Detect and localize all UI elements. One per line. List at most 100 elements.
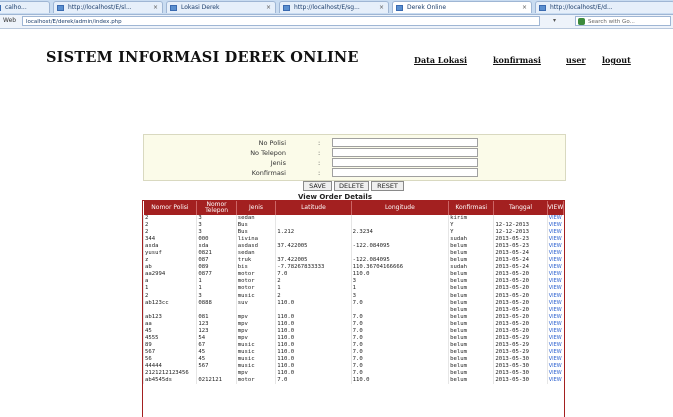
view-link[interactable]: VIEW [546, 215, 564, 223]
table-cell: 2 [142, 229, 197, 237]
table-row: 56 45 music 110.0 7.0 belum 2013-05-30 VIEW [142, 355, 564, 363]
page-icon [170, 5, 177, 11]
page-icon [283, 5, 290, 11]
table-cell: 3 [196, 215, 237, 223]
table-cell: 7.0 [350, 313, 449, 321]
browser-tab-active[interactable]: Derek Online × [392, 1, 532, 13]
table-cell: belum [448, 341, 494, 349]
table-cell: 2 [275, 278, 352, 286]
browser-tab[interactable]: http://localhost/E/d... [535, 1, 673, 13]
view-link[interactable]: VIEW [546, 299, 564, 307]
view-link[interactable]: VIEW [546, 292, 564, 300]
table-row: 45 123 mpv 110.0 7.0 belum 2013-05-20 VIEW [142, 327, 564, 335]
table-cell: 3 [350, 278, 449, 286]
view-link[interactable]: VIEW [546, 257, 564, 265]
konfirmasi-input[interactable] [332, 168, 478, 177]
table-cell: mpv [235, 320, 276, 328]
nav-link-user[interactable]: user [566, 55, 586, 65]
table-cell: 1 [275, 285, 352, 293]
table-cell: truk [235, 257, 276, 265]
table-cell: 110.0 [275, 341, 352, 349]
view-link[interactable]: VIEW [546, 264, 564, 272]
table-cell: asdasd [235, 243, 276, 251]
table-cell: 2013-05-29 [493, 334, 548, 342]
table-row: 2 3 Bus 1.212 2.3234 Y 12-12-2013 VIEW [142, 229, 564, 237]
table-cell: 2013-05-20 [493, 313, 548, 321]
table-cell: 110.0 [275, 313, 352, 321]
table-cell: ab4545ds [142, 377, 197, 385]
table-cell: belum [448, 313, 494, 321]
view-link[interactable]: VIEW [546, 250, 564, 258]
table-cell: 2013-05-23 [493, 236, 548, 244]
table-cell: 7.0 [350, 370, 449, 378]
view-link[interactable]: VIEW [546, 236, 564, 244]
table-cell: 3 [196, 222, 237, 230]
url-input[interactable]: localhost/E/derek/admin/index.php [22, 16, 540, 26]
browser-tab[interactable]: calho... [0, 1, 50, 13]
table-cell: 110.0 [275, 362, 352, 371]
close-icon[interactable]: × [266, 2, 271, 13]
table-row: 2 3 Bus Y 12-12-2013 VIEW [142, 222, 564, 230]
tab-label: http://localhost/E/sl... [68, 4, 132, 11]
table-cell: 2013-05-20 [493, 320, 548, 328]
search-placeholder: Search with Go... [588, 19, 635, 25]
table-cell: mpv [235, 334, 276, 342]
view-link[interactable]: VIEW [546, 320, 564, 328]
view-link[interactable]: VIEW [546, 285, 564, 293]
view-link[interactable]: VIEW [546, 222, 564, 230]
close-icon[interactable]: × [379, 2, 384, 13]
view-link[interactable]: VIEW [546, 370, 564, 378]
view-link[interactable]: VIEW [546, 278, 564, 286]
nav-link-logout[interactable]: logout [602, 55, 631, 65]
view-link[interactable]: VIEW [546, 243, 564, 251]
view-link[interactable]: VIEW [546, 271, 564, 279]
column-header: Tanggal [493, 201, 548, 215]
view-link[interactable]: VIEW [546, 306, 564, 314]
view-link[interactable]: VIEW [546, 341, 564, 349]
table-cell: 37.422005 [275, 243, 352, 251]
table-cell: 2013-05-24 [493, 264, 548, 272]
browser-tab[interactable]: Lokasi Derek × [166, 1, 276, 13]
view-link[interactable]: VIEW [546, 348, 564, 356]
view-link[interactable]: VIEW [546, 334, 564, 342]
nav-link-data-lokasi[interactable]: Data Lokasi [414, 55, 467, 65]
column-header: Jenis [236, 201, 277, 215]
table-row: 567 45 music 110.0 7.0 belum 2013-05-29 VIEW [142, 348, 564, 356]
table-cell: 110.0 [275, 348, 352, 356]
table-cell: 7.0 [350, 341, 449, 349]
table-cell: 2013-05-20 [493, 327, 548, 335]
browser-tab[interactable]: http://localhost/E/sl... × [53, 1, 163, 13]
no-telepon-input[interactable] [332, 148, 478, 157]
delete-button[interactable]: DELETE [334, 181, 369, 191]
table-cell: music [235, 362, 276, 371]
view-link[interactable]: VIEW [546, 355, 564, 363]
reset-button[interactable]: RESET [371, 181, 404, 191]
close-icon[interactable]: × [153, 2, 158, 13]
browser-tab[interactable]: http://localhost/E/sg... × [279, 1, 389, 13]
close-icon[interactable]: × [522, 2, 527, 13]
table-cell [350, 222, 449, 230]
table-row: 2 3 music 2 3 belum 2013-05-20 VIEW [142, 292, 564, 300]
view-link[interactable]: VIEW [546, 229, 564, 237]
save-button[interactable]: SAVE [303, 181, 332, 191]
search-input[interactable]: Search with Go... [575, 16, 671, 26]
table-cell: motor [235, 278, 276, 286]
column-header: Longitude [351, 201, 450, 215]
table-cell: belum [448, 299, 494, 307]
view-link[interactable]: VIEW [546, 313, 564, 321]
nav-label: Web [3, 17, 17, 24]
table-cell: 110.0 [275, 320, 352, 328]
no-polisi-input[interactable] [332, 138, 478, 147]
nav-link-konfirmasi[interactable]: konfirmasi [493, 55, 541, 65]
view-link[interactable]: VIEW [546, 327, 564, 335]
table-cell: 110.36704166666 [350, 264, 449, 272]
order-form: No Polisi : No Telepon : Jenis : Konfirm… [143, 134, 566, 181]
table-cell: 567 [142, 348, 197, 356]
table-cell: asda [142, 243, 197, 251]
view-link[interactable]: VIEW [546, 377, 564, 385]
jenis-input[interactable] [332, 158, 478, 167]
table-cell: 1 [350, 285, 449, 293]
chevron-down-icon[interactable]: ▾ [553, 17, 556, 24]
view-link[interactable]: VIEW [546, 362, 564, 371]
table-cell: 110.0 [275, 327, 352, 335]
